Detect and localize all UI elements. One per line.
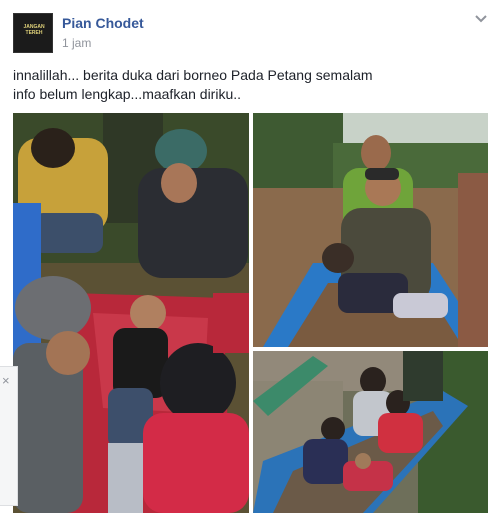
author-avatar[interactable]: JANGAN TEREH <box>13 13 53 53</box>
side-panel-tab[interactable]: × <box>0 366 18 506</box>
message-line-1: innalillah... berita duka dari borneo Pa… <box>13 67 373 83</box>
message-line-2: info belum lengkap...maafkan diriku.. <box>13 86 242 102</box>
post-timestamp[interactable]: 1 jam <box>62 36 91 50</box>
facebook-post: JANGAN TEREH Pian Chodet 1 jam innalilla… <box>0 0 488 513</box>
close-icon[interactable]: × <box>2 373 10 388</box>
post-message: innalillah... berita duka dari borneo Pa… <box>13 66 483 104</box>
chevron-down-icon[interactable] <box>474 12 488 26</box>
post-photo-2[interactable] <box>253 113 488 347</box>
avatar-text: JANGAN TEREH <box>23 24 45 36</box>
post-photo-3[interactable] <box>253 351 488 513</box>
post-photo-1[interactable] <box>13 113 249 513</box>
author-name[interactable]: Pian Chodet <box>62 15 144 31</box>
